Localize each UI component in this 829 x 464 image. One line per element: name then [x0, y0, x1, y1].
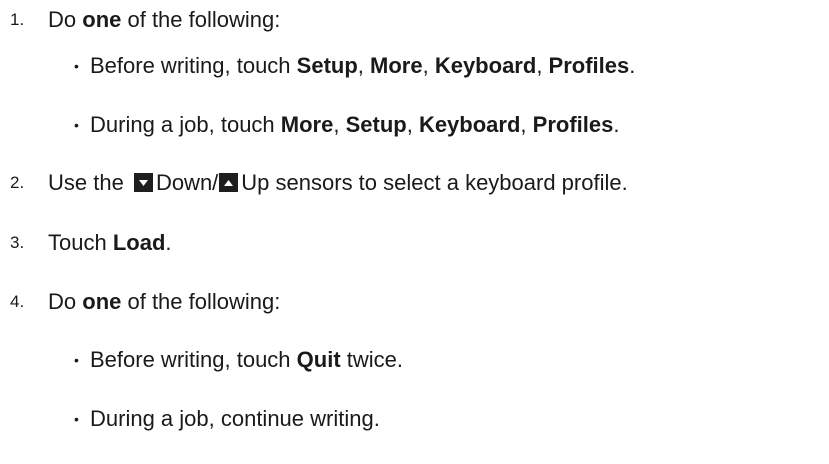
bullet: •: [74, 58, 79, 74]
step-text: Touch Load.: [48, 230, 172, 255]
step-text: Use the Down/Up sensors to select a keyb…: [48, 170, 628, 195]
up-arrow-icon: [219, 173, 239, 192]
step-number: 4.: [10, 292, 25, 311]
step-text: Do one of the following:: [48, 7, 281, 32]
bullet: •: [74, 352, 79, 368]
bullet-text: During a job, continue writing.: [90, 406, 380, 431]
step-number: 1.: [10, 10, 25, 29]
down-arrow-icon: [133, 173, 153, 192]
bullet: •: [74, 411, 79, 427]
bullet-text: During a job, touch More, Setup, Keyboar…: [90, 112, 620, 137]
step-text: Do one of the following:: [48, 289, 281, 314]
bullet-text: Before writing, touch Setup, More, Keybo…: [90, 53, 636, 78]
step-number: 2.: [10, 173, 25, 192]
bullet: •: [74, 117, 79, 133]
bullet-text: Before writing, touch Quit twice.: [90, 347, 404, 372]
step-number: 3.: [10, 233, 25, 252]
